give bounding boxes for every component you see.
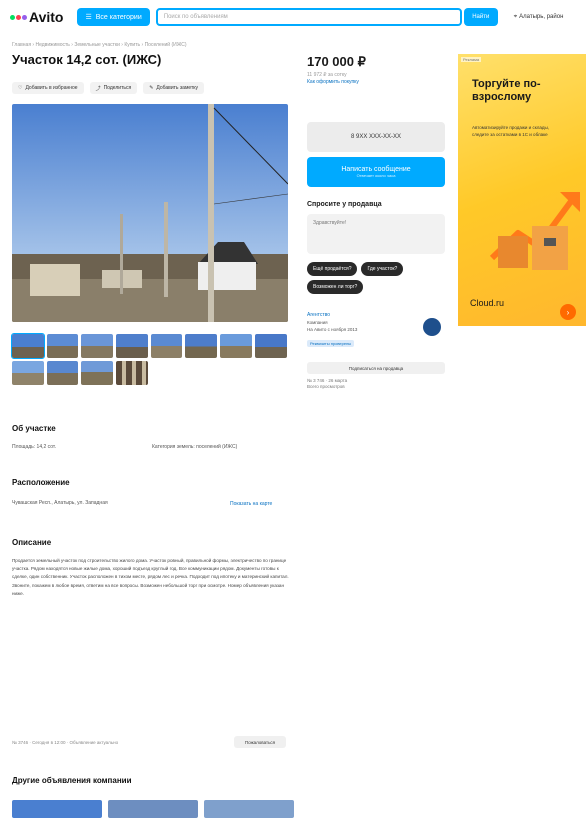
show-map-link[interactable]: Показать на карте — [230, 501, 272, 507]
ad-title: Торгуйте по-взрослому — [472, 78, 541, 103]
note-icon: ✎ — [149, 85, 154, 91]
description-section-title: Описание — [12, 538, 52, 547]
other-listings — [12, 800, 294, 818]
verified-badge: Реквизиты проверены — [307, 340, 355, 347]
other-listing-thumb[interactable] — [204, 800, 294, 818]
price-per-unit: 11 972 ₽ за сотку — [307, 72, 347, 78]
favorite-label: Добавить в избранное — [25, 85, 78, 91]
location-pin-icon: ⌖ — [513, 13, 518, 20]
ad-label: Реклама — [461, 57, 482, 62]
thumbnail[interactable] — [220, 334, 252, 358]
ad-banner[interactable]: Реклама Торгуйте по-взрослому Автоматизи… — [458, 54, 586, 326]
seller-name[interactable]: Агентство — [307, 312, 445, 318]
top-header: Avito ☰ Все категории Поиск по объявлени… — [0, 0, 586, 34]
heart-icon: ♡ — [18, 85, 23, 91]
logo-text: Avito — [29, 9, 64, 25]
breadcrumb[interactable]: Главная › Недвижимость › Земельные участ… — [12, 42, 187, 48]
views-count: Всего просмотров — [307, 384, 345, 389]
purchase-link[interactable]: Как оформить покупку — [307, 79, 359, 86]
thumbnail[interactable] — [116, 361, 148, 385]
thumbnail[interactable] — [81, 361, 114, 385]
seller-avatar[interactable] — [423, 318, 441, 336]
page-title: Участок 14,2 сот. (ИЖС) — [12, 52, 162, 67]
about-section-title: Об участке — [12, 424, 56, 433]
other-listing-thumb[interactable] — [12, 800, 102, 818]
address: Чувашская Респ., Алатырь, ул. Западная — [12, 500, 108, 506]
thumbnail[interactable] — [46, 334, 79, 358]
share-button[interactable]: ⤴ Поделиться — [89, 82, 138, 94]
logo-dots-icon — [10, 14, 27, 20]
thumbnail[interactable] — [150, 334, 183, 358]
quick-question-chip[interactable]: Ещё продаётся? — [307, 262, 358, 276]
thumbnail[interactable] — [185, 334, 218, 358]
thumbnail[interactable] — [12, 361, 44, 385]
thumbnail[interactable] — [46, 361, 79, 385]
main-photo[interactable] — [12, 104, 288, 322]
area-value: Площадь: 14,2 сот. — [12, 444, 57, 450]
categories-button[interactable]: ☰ Все категории — [77, 8, 150, 26]
message-button-sub: Отвечает около часа — [356, 173, 396, 178]
seller-card[interactable]: Агентство Компания На Авито с ноября 201… — [307, 312, 445, 356]
favorite-button[interactable]: ♡ Добавить в избранное — [12, 82, 84, 94]
categories-label: Все категории — [95, 13, 142, 21]
other-listings-title: Другие объявления компании — [12, 776, 132, 785]
share-icon: ⤴ — [95, 85, 101, 92]
price: 170 000 ₽ — [307, 54, 366, 69]
write-message-button[interactable]: Написать сообщение Отвечает около часа — [307, 157, 445, 187]
location-section-title: Расположение — [12, 478, 70, 487]
thumbnail[interactable] — [81, 334, 114, 358]
share-label: Поделиться — [103, 85, 132, 91]
show-phone-button[interactable]: 8 9ХХ ХХХ-ХХ-ХХ — [307, 122, 445, 152]
ask-seller-title: Спросите у продавца — [307, 201, 382, 208]
quick-question-chip[interactable]: Возможен ли торг? — [307, 280, 364, 294]
note-label: Добавить заметку — [156, 85, 199, 91]
ad-illustration-icon — [489, 192, 580, 270]
listing-meta: № 3746 · Сегодня в 12:00 · Объявление ак… — [12, 740, 119, 745]
description-text: Продается земельный участок под строител… — [12, 558, 289, 596]
note-button[interactable]: ✎ Добавить заметку — [143, 82, 205, 94]
other-listing-thumb[interactable] — [108, 800, 198, 818]
location-selector[interactable]: ⌖ Алатырь, район — [514, 14, 564, 21]
land-category-value: Категория земель: поселений (ИЖС) — [152, 444, 238, 450]
price-details: 11 972 ₽ за сотку Как оформить покупку — [307, 72, 359, 86]
ad-text: Автоматизируйте продажи и склады, следит… — [472, 125, 549, 137]
photo-thumbnails — [11, 333, 288, 385]
avito-logo[interactable]: Avito — [10, 9, 63, 25]
ad-brand: Cloud.ru — [470, 298, 505, 308]
thumbnail[interactable] — [254, 334, 287, 358]
thumbnail[interactable] — [116, 334, 148, 358]
ad-arrow-icon[interactable]: › — [560, 304, 576, 320]
message-button-label: Написать сообщение — [341, 166, 411, 173]
listing-actions: ♡ Добавить в избранное ⤴ Поделиться ✎ Добав… — [12, 82, 205, 94]
location-label: Алатырь, район — [519, 14, 564, 20]
menu-icon: ☰ — [85, 14, 92, 21]
complain-button[interactable]: Пожаловаться — [234, 736, 286, 748]
subscribe-button[interactable]: Подписаться на продавца — [307, 362, 445, 374]
views-info: № 3 746 · 26 марта Всего просмотров — [307, 378, 347, 390]
search-button[interactable]: Найти — [463, 8, 498, 26]
search-input[interactable]: Поиск по объявлениям — [155, 8, 462, 26]
ask-seller-input[interactable]: Здравствуйте! — [307, 214, 445, 254]
thumbnail[interactable] — [11, 333, 45, 359]
quick-question-chip[interactable]: Где участок? — [361, 262, 404, 276]
quick-questions: Ещё продаётся? Где участок? Возможен ли … — [307, 262, 447, 294]
